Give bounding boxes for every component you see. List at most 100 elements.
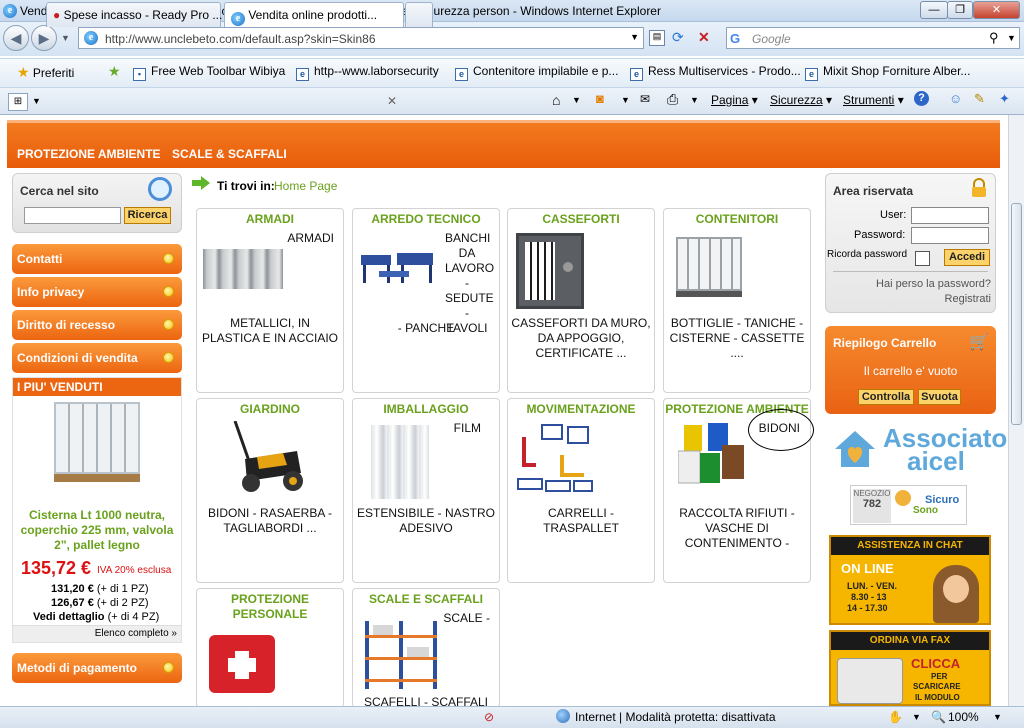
protected-dropdown-icon[interactable]: ▼ <box>912 712 921 722</box>
site-search-input[interactable] <box>24 207 121 224</box>
feeds-dropdown-icon[interactable]: ▼ <box>621 95 630 105</box>
category-card-casseforti[interactable]: CASSEFORTI CASSEFORTI DA MURO, DA APPOGG… <box>507 208 655 393</box>
login-button[interactable]: Accedi <box>944 249 990 266</box>
page-scrollbar[interactable] <box>1008 115 1024 706</box>
search-icon[interactable]: ⚲ <box>989 30 999 46</box>
nav-protezione-ambiente[interactable]: PROTEZIONE AMBIENTE <box>17 147 161 161</box>
cart-check-button[interactable]: Controlla <box>858 389 914 405</box>
cart-empty-message: Il carrello e' vuoto <box>863 364 958 378</box>
chat-banner[interactable]: ASSISTENZA IN CHAT ON LINE LUN. - VEN. 8… <box>829 535 991 625</box>
full-list-link[interactable]: Elenco completo » <box>13 625 181 642</box>
address-bar[interactable]: e http://www.unclebeto.com/default.asp?s… <box>78 27 644 49</box>
close-window-button[interactable]: ✕ <box>973 1 1020 19</box>
hand-drawn-circle-annotation <box>748 409 814 451</box>
tank-product-image[interactable] <box>54 402 140 474</box>
zoom-dropdown-icon[interactable]: ▼ <box>993 712 1002 722</box>
menu-info-privacy[interactable]: Info privacy <box>12 277 182 307</box>
category-card-giardino[interactable]: GIARDINO BIDONI - RASAERBA - TAGLIABORDI… <box>196 398 344 583</box>
tab-vendita-online[interactable]: e Vendita online prodotti... <box>224 2 404 27</box>
negozio-sicuro-badge[interactable]: NEGOZIO 782 Sono Sicuro <box>850 485 967 525</box>
category-title[interactable]: IMBALLAGGIO <box>353 402 499 416</box>
popup-blocker-icon[interactable]: ⊘ <box>484 710 494 724</box>
home-icon[interactable]: ⌂ <box>552 92 560 108</box>
nav-scale-scaffali[interactable]: SCALE & SCAFFALI <box>172 147 287 161</box>
tab-spese-incasso[interactable]: ● Spese incasso - Ready Pro ... <box>46 2 222 27</box>
print-icon[interactable]: ⎙ <box>667 91 678 108</box>
tab-label: Vendita online prodotti... <box>248 8 378 22</box>
favorite-item[interactable]: e Mixit Shop Forniture Alber... <box>805 64 970 81</box>
category-title[interactable]: ARREDO TECNICO <box>353 212 499 226</box>
aicel-banner[interactable]: Associato aicel <box>829 423 1007 475</box>
menu-diritto-recesso[interactable]: Diritto di recesso <box>12 310 182 340</box>
research-icon[interactable]: ✎ <box>974 91 985 107</box>
favorites-button[interactable]: ★ Preferiti <box>17 64 74 81</box>
close-tab-icon[interactable]: ✕ <box>387 94 397 108</box>
fax-banner[interactable]: ORDINA VIA FAX CLICCA PER SCARICARE IL M… <box>829 630 991 706</box>
category-card-imballaggio[interactable]: IMBALLAGGIO FILM ESTENSIBILE - NASTRO AD… <box>352 398 500 583</box>
refresh-icon[interactable]: ⟳ <box>672 29 684 46</box>
back-icon[interactable]: ◀ <box>3 25 29 51</box>
password-input[interactable] <box>911 227 989 244</box>
details-link[interactable]: Vedi dettaglio (+ di 4 PZ) <box>33 611 159 623</box>
security-menu[interactable]: Sicurezza ▾ <box>770 93 832 107</box>
messenger-icon[interactable]: ☺ <box>949 91 962 106</box>
page-menu[interactable]: Pagina ▾ <box>711 93 758 107</box>
mail-icon[interactable]: ✉ <box>640 92 650 106</box>
category-title[interactable]: GIARDINO <box>197 402 343 416</box>
safe-dial-icon <box>563 262 573 272</box>
favorite-item[interactable]: e Contenitore impilabile e p... <box>455 64 618 81</box>
stop-icon[interactable]: ✕ <box>698 29 710 46</box>
site-search-button[interactable]: Ricerca <box>124 207 171 224</box>
restore-button[interactable]: ❐ <box>947 1 973 19</box>
favorite-item[interactable]: ▪ Free Web Toolbar Wibiya <box>133 64 285 81</box>
cart-empty-button[interactable]: Svuota <box>918 389 961 405</box>
menu-contatti[interactable]: Contatti <box>12 244 182 274</box>
translate-icon[interactable]: ✦ <box>999 91 1010 107</box>
minimize-button[interactable]: — <box>920 1 948 19</box>
remember-checkbox[interactable] <box>915 251 930 266</box>
tools-menu[interactable]: Strumenti ▾ <box>843 93 904 107</box>
category-card-arredo-tecnico[interactable]: ARREDO TECNICO BANCHI DA LAVORO - SEDUTE… <box>352 208 500 393</box>
add-favorite-icon[interactable]: ★ <box>108 63 121 80</box>
favorite-item[interactable]: e Ress Multiservices - Prodo... <box>630 64 801 81</box>
breadcrumb-home-link[interactable]: Home Page <box>274 179 337 193</box>
category-card-armadi[interactable]: ARMADI ARMADI METALLICI, IN PLASTICA E I… <box>196 208 344 393</box>
tab-list-icon[interactable]: ▼ <box>32 96 41 106</box>
home-dropdown-icon[interactable]: ▼ <box>572 95 581 105</box>
protected-mode-icon[interactable]: ✋ <box>888 710 903 724</box>
zoom-level[interactable]: 100% <box>948 710 979 724</box>
category-card-contenitori[interactable]: CONTENITORI BOTTIGLIE - TANICHE - CISTER… <box>663 208 811 393</box>
category-card-movimentazione[interactable]: MOVIMENTAZIONE CARRELLI - TRASPALLET <box>507 398 655 583</box>
category-title[interactable]: CASSEFORTI <box>508 212 654 226</box>
quick-tabs-icon[interactable]: ⊞ <box>8 93 28 111</box>
recent-pages-chevron-icon[interactable]: ▼ <box>61 33 70 43</box>
category-title[interactable]: ARMADI <box>197 212 343 226</box>
category-card-protezione-ambiente[interactable]: PROTEZIONE AMBIENTE BIDONI RACCOLTA RIFI… <box>663 398 814 583</box>
strawberry-icon: ● <box>53 8 61 22</box>
category-title[interactable]: PROTEZIONE PERSONALE <box>197 592 343 622</box>
new-tab-button[interactable] <box>405 2 433 27</box>
menu-condizioni-vendita[interactable]: Condizioni di vendita <box>12 343 182 373</box>
compatibility-view-icon[interactable]: ▤ <box>649 30 665 46</box>
search-box[interactable]: G Google ⚲ ▼ <box>726 27 1020 49</box>
forward-icon[interactable]: ▶ <box>31 25 57 51</box>
page-icon: e <box>805 68 818 81</box>
category-title[interactable]: MOVIMENTAZIONE <box>508 402 654 416</box>
zoom-icon[interactable]: 🔍 <box>931 710 946 724</box>
scrollbar-thumb[interactable] <box>1011 203 1022 425</box>
forgot-password-link[interactable]: Hai perso la password? <box>876 278 991 290</box>
bestseller-product-name[interactable]: Cisterna Lt 1000 neutra, coperchio 225 m… <box>19 508 175 553</box>
category-card-scale-scaffali[interactable]: SCALE E SCAFFALI SCALE - SCAFELLI - SCAF… <box>352 588 500 706</box>
user-input[interactable] <box>911 207 989 224</box>
print-dropdown-icon[interactable]: ▼ <box>690 95 699 105</box>
category-title[interactable]: SCALE E SCAFFALI <box>353 592 499 606</box>
category-card-protezione-personale[interactable]: PROTEZIONE PERSONALE <box>196 588 344 706</box>
category-title[interactable]: CONTENITORI <box>664 212 810 226</box>
register-link[interactable]: Registrati <box>945 293 991 305</box>
search-options-icon[interactable]: ▼ <box>1007 33 1016 43</box>
favorite-item[interactable]: e http--www.laborsecurity <box>296 64 439 81</box>
help-icon[interactable]: ? <box>914 91 929 106</box>
address-dropdown-icon[interactable]: ▼ <box>630 32 639 42</box>
feeds-icon[interactable]: ◙ <box>596 91 604 106</box>
menu-metodi-pagamento[interactable]: Metodi di pagamento <box>12 653 182 683</box>
